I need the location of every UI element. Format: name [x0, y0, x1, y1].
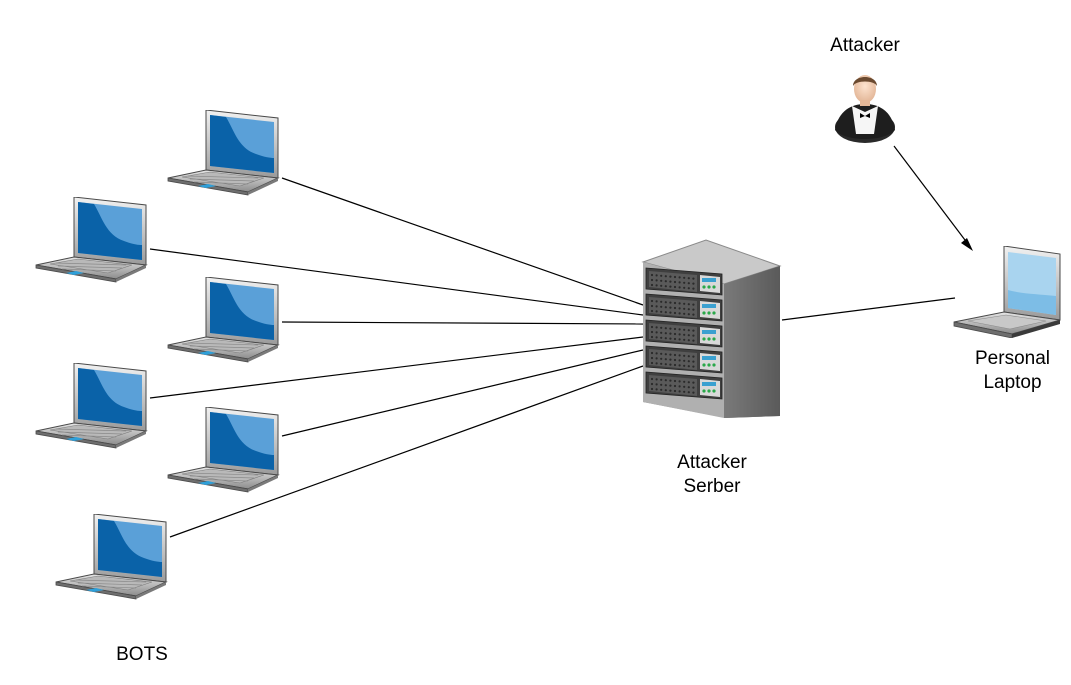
laptop-icon-bot-5	[167, 407, 279, 493]
laptop-icon-bot-6	[55, 514, 167, 600]
link-bot1-server	[281, 177, 644, 306]
laptop-icon-bot-4	[35, 363, 147, 449]
server-label-line1: Attacker	[677, 452, 747, 473]
attacker-label-text: Attacker	[830, 35, 900, 56]
attacker-server-label: Attacker Serber	[642, 451, 782, 499]
laptop-icon-bot-1	[167, 110, 279, 196]
personal-label-line1: Personal	[975, 348, 1050, 369]
link-attacker-laptop	[893, 145, 969, 245]
personal-laptop-label: Personal Laptop	[945, 347, 1071, 395]
person-icon	[835, 75, 895, 143]
bot-laptops	[35, 110, 279, 600]
link-server-laptop	[781, 297, 956, 321]
link-bot5-server	[281, 349, 644, 437]
bots-label: BOTS	[92, 643, 192, 667]
server-rack-icon	[641, 239, 782, 418]
laptop-icon-bot-3	[167, 277, 279, 363]
arrowhead	[961, 238, 973, 251]
bots-label-text: BOTS	[116, 644, 168, 665]
laptop-icon-bot-2	[35, 197, 147, 283]
network-diagram	[35, 75, 1061, 600]
server-label-line2: Serber	[683, 476, 741, 497]
laptop-icon-personal	[953, 246, 1061, 338]
link-bot3-server	[281, 321, 644, 325]
personal-label-line2: Laptop	[983, 372, 1042, 393]
attacker-label: Attacker	[800, 34, 930, 58]
